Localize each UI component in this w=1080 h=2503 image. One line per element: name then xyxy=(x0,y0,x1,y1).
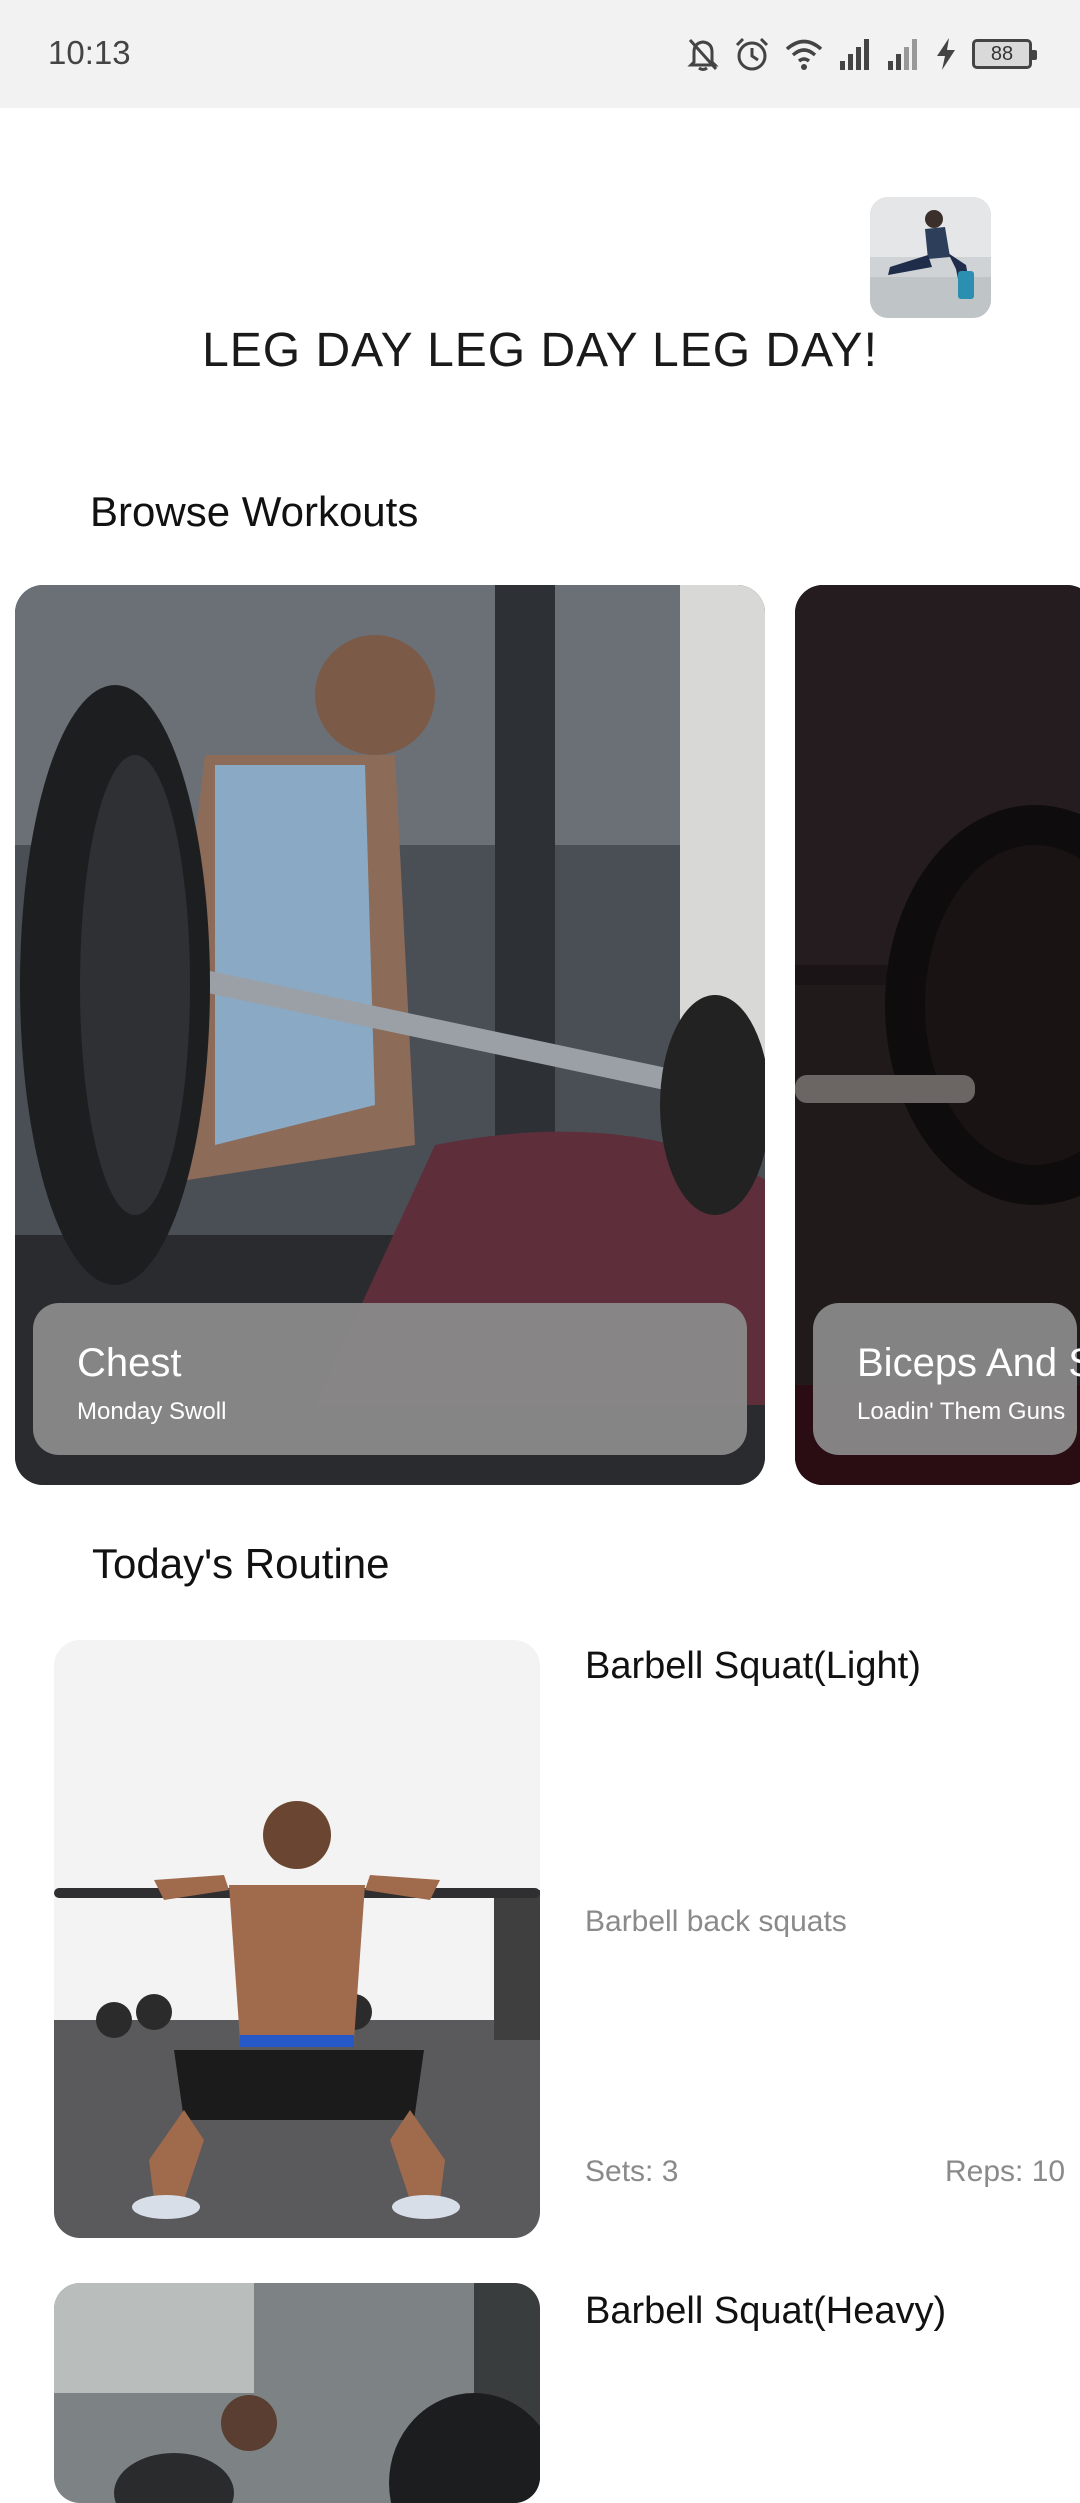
exercise-name: Barbell Squat(Light) xyxy=(585,1645,921,1687)
avatar[interactable] xyxy=(870,197,991,318)
battery-icon: 88 xyxy=(972,39,1037,69)
charging-icon xyxy=(934,37,958,71)
card-title: Chest xyxy=(77,1341,182,1385)
todays-routine-title: Today's Routine xyxy=(92,1540,390,1587)
signal-icon xyxy=(838,37,872,71)
status-bar: 10:13 88 xyxy=(0,0,1080,108)
workout-card-biceps[interactable]: Biceps And S Loadin' Them Guns xyxy=(795,585,1080,1485)
battery-level: 88 xyxy=(990,42,1014,65)
exercise-image xyxy=(54,2283,540,2503)
card-title: Biceps And S xyxy=(857,1341,1080,1385)
workout-card-chest[interactable]: Chest Monday Swoll xyxy=(15,585,765,1485)
exercise-image xyxy=(54,1640,540,2238)
browse-workouts-title: Browse Workouts xyxy=(90,488,419,535)
signal-icon xyxy=(886,37,920,71)
alarm-icon xyxy=(734,36,770,72)
exercise-name: Barbell Squat(Heavy) xyxy=(585,2290,947,2332)
status-time: 10:13 xyxy=(48,34,131,71)
exercise-reps: Reps: 10 xyxy=(945,2155,1066,2188)
exercise-description: Barbell back squats xyxy=(585,1905,847,1938)
card-subtitle: Loadin' Them Guns xyxy=(857,1398,1066,1425)
exercise-sets: Sets: 3 xyxy=(585,2155,679,2188)
card-label: Chest Monday Swoll xyxy=(33,1303,747,1455)
wifi-icon xyxy=(784,37,824,71)
card-label: Biceps And S Loadin' Them Guns xyxy=(813,1303,1080,1455)
status-icons: 88 xyxy=(686,30,1037,78)
card-subtitle: Monday Swoll xyxy=(77,1398,227,1425)
page-headline: LEG DAY LEG DAY LEG DAY! xyxy=(202,324,878,377)
bell-off-icon xyxy=(686,36,720,72)
